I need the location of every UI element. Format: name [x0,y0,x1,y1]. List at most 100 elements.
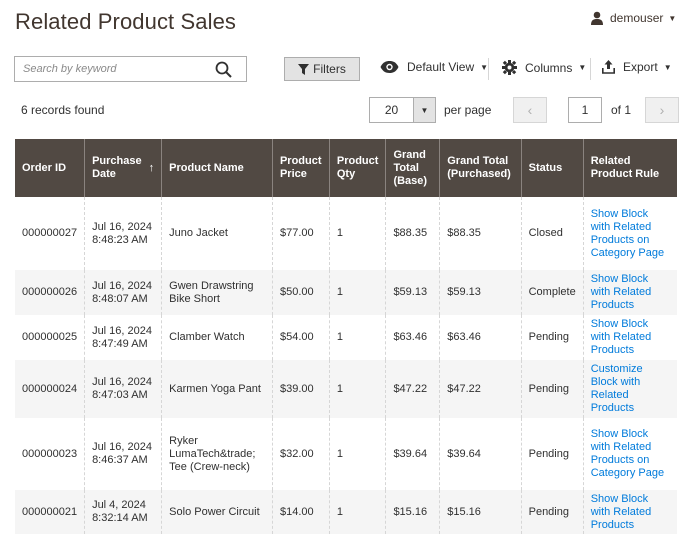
gear-icon [502,60,517,75]
total-pages-label: of 1 [611,103,632,117]
chevron-left-icon: ‹ [527,102,533,118]
date-text: Jul 16, 2024 [92,376,152,388]
user-name: demouser [610,11,664,25]
grand-total-purchased-cell: $59.13 [439,270,522,315]
grand-total-purchased-cell: $63.46 [439,315,522,360]
column-header-order-id[interactable]: Order ID [15,139,86,197]
purchase-date-cell: Jul 16, 2024 8:47:03 AM [84,360,163,418]
rule-cell: Show Block with Related Products on Cate… [583,197,677,270]
chevron-down-icon: ▼ [668,13,677,23]
column-header-related-product-rule[interactable]: Related Product Rule [583,139,677,197]
chevron-down-icon: ▼ [480,62,489,72]
grand-total-base-cell: $47.22 [385,360,441,418]
rule-link[interactable]: Show Block with Related Products [591,273,652,311]
per-page-value: 20 [384,103,399,117]
export-dropdown[interactable]: Export ▼ [602,60,672,74]
time-text: 8:46:37 AM [92,454,148,466]
product-price-cell: $54.00 [272,315,330,360]
user-menu[interactable]: demouser ▼ [590,11,676,25]
rule-cell: Show Block with Related Products [583,270,677,315]
order-id-cell: 000000021 [15,490,86,534]
order-id-cell: 000000023 [15,418,86,490]
product-name-cell: Solo Power Circuit [161,490,273,534]
table-row[interactable]: 000000024 Jul 16, 2024 8:47:03 AM Karmen … [15,360,677,418]
rule-link[interactable]: Show Block with Related Products [591,318,652,356]
time-text: 8:47:49 AM [92,337,148,350]
rule-link[interactable]: Customize Block with Related Products [591,363,643,414]
grid-header-row: Order ID ↑ Purchase Date Product Name Pro… [15,139,677,197]
date-text: Jul 16, 2024 [92,441,152,453]
product-price-cell: $39.00 [272,360,330,418]
table-row[interactable]: 000000026 Jul 16, 2024 8:48:07 AM Gwen Dr… [15,270,677,315]
view-dropdown[interactable]: Default View ▼ [380,60,488,74]
column-header-product-price[interactable]: Product Price [272,139,330,197]
column-header-product-name[interactable]: Product Name [161,139,273,197]
column-header-grand-total-purchased[interactable]: Grand Total (Purchased) [439,139,522,197]
column-header-label: Purchase Date [92,155,142,180]
product-qty-cell: 1 [329,360,387,418]
eye-icon [380,61,399,73]
product-name-cell: Karmen Yoga Pant [161,360,273,418]
filters-label: Filters [313,62,346,76]
column-header-status[interactable]: Status [521,139,584,197]
purchase-date-cell: Jul 4, 2024 8:32:14 AM [84,490,163,534]
current-page-input[interactable]: 1 [568,97,602,123]
search-icon[interactable] [214,60,234,80]
records-count: 6 records found [21,103,105,117]
rule-link[interactable]: Show Block with Related Products on Cate… [591,428,664,479]
columns-label: Columns [525,60,573,75]
export-label: Export [623,60,658,74]
view-label: Default View [407,60,475,74]
status-cell: Complete [521,270,584,315]
rule-cell: Show Block with Related Products [583,315,677,360]
column-header-purchase-date[interactable]: ↑ Purchase Date [84,139,163,197]
order-id-cell: 000000026 [15,270,86,315]
time-text: 8:48:23 AM [92,233,148,246]
product-price-cell: $32.00 [272,418,330,490]
time-text: 8:32:14 AM [92,512,148,524]
grand-total-purchased-cell: $15.16 [439,490,522,534]
product-name-cell: Clamber Watch [161,315,273,360]
grand-total-base-cell: $59.13 [385,270,441,315]
page-title: Related Product Sales [15,9,237,34]
time-text: 8:47:03 AM [92,389,148,401]
rule-link[interactable]: Show Block with Related Products on Cate… [591,208,664,259]
sort-ascending-icon: ↑ [148,162,155,174]
column-header-product-qty[interactable]: Product Qty [329,139,387,197]
table-row[interactable]: 000000021 Jul 4, 2024 8:32:14 AM Solo Pow… [15,490,677,534]
purchase-date-cell: Jul 16, 2024 8:48:23 AM [84,197,163,270]
toolbar-divider [590,58,591,80]
status-cell: Pending [521,418,584,490]
order-id-cell: 000000027 [15,197,86,270]
search-box [14,56,247,82]
order-id-cell: 000000024 [15,360,86,418]
product-qty-cell: 1 [329,197,387,270]
previous-page-button[interactable]: ‹ [513,97,547,123]
table-row[interactable]: 000000023 Jul 16, 2024 8:46:37 AM Ryker L… [15,418,677,490]
date-text: Jul 16, 2024 [92,279,152,292]
per-page-select[interactable]: 20 ▼ [369,97,436,123]
product-name-cell: Gwen Drawstring Bike Short [161,270,273,315]
table-row[interactable]: 000000027 Jul 16, 2024 8:48:23 AM Juno Ja… [15,197,677,270]
rule-link[interactable]: Show Block with Related Products [591,493,652,531]
search-input[interactable] [15,57,205,81]
rule-cell: Show Block with Related Products on Cate… [583,418,677,490]
filters-button[interactable]: Filters [284,57,360,81]
product-name-cell: Ryker LumaTech&trade; Tee (Crew-neck) [161,418,273,490]
grand-total-base-cell: $39.64 [385,418,441,490]
chevron-right-icon: › [659,102,665,118]
rule-cell: Customize Block with Related Products [583,360,677,418]
product-name-cell: Juno Jacket [161,197,273,270]
next-page-button[interactable]: › [645,97,679,123]
upload-icon [602,60,615,74]
product-price-cell: $77.00 [272,197,330,270]
columns-dropdown[interactable]: Columns ▼ [502,60,586,75]
grand-total-base-cell: $88.35 [385,197,441,270]
column-header-grand-total-base[interactable]: Grand Total (Base) [385,139,441,197]
table-row[interactable]: 000000025 Jul 16, 2024 8:47:49 AM Clamber… [15,315,677,360]
date-text: Jul 16, 2024 [92,324,152,337]
chevron-down-icon[interactable]: ▼ [413,98,435,122]
status-cell: Pending [521,315,584,360]
rule-cell: Show Block with Related Products [583,490,677,534]
grand-total-base-cell: $15.16 [385,490,441,534]
